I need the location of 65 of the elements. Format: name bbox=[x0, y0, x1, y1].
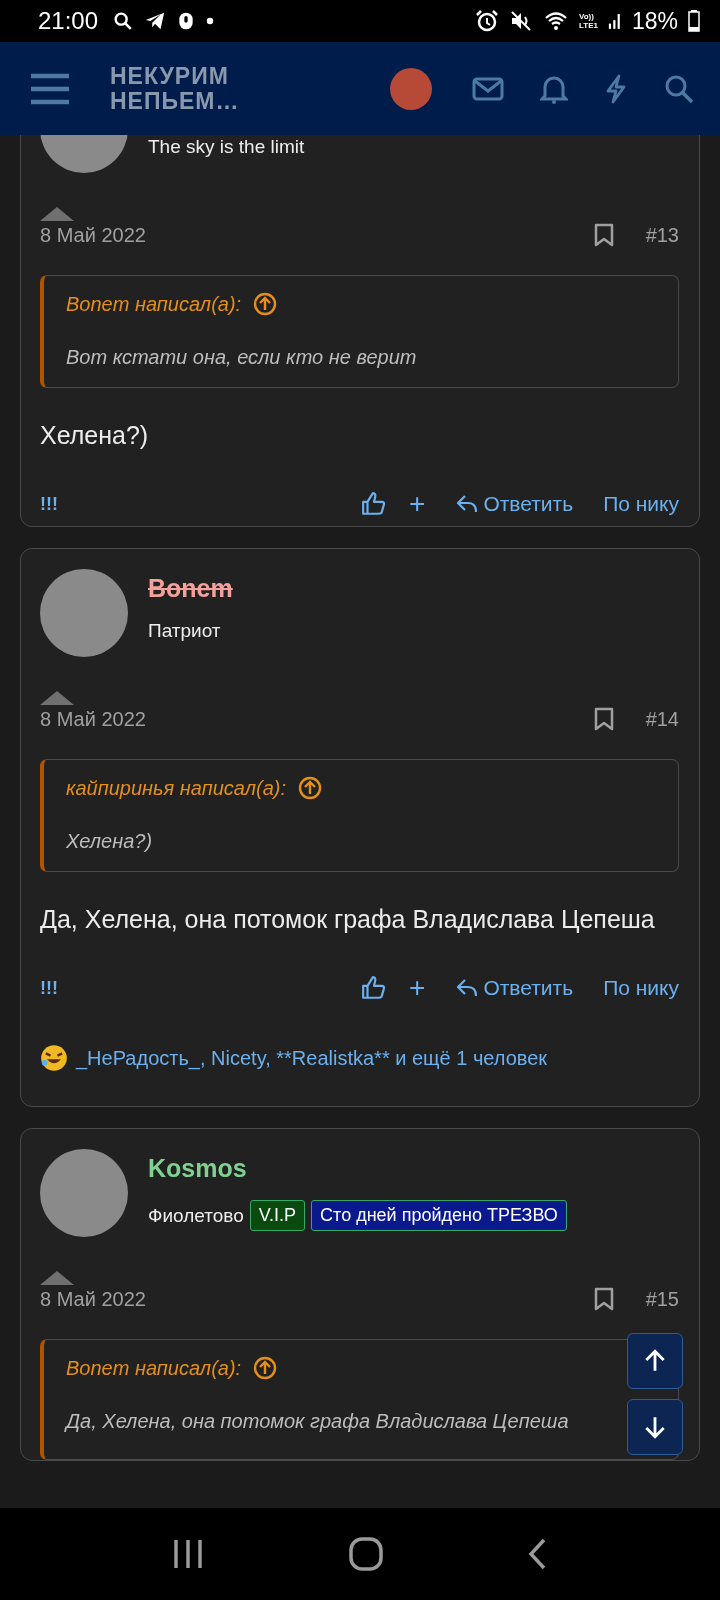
triangle-icon[interactable] bbox=[40, 207, 74, 221]
search-icon[interactable] bbox=[664, 73, 694, 104]
muted-speaker-icon bbox=[509, 9, 533, 33]
post-number[interactable]: #14 bbox=[645, 707, 679, 731]
network-label: Vo)) bbox=[579, 12, 595, 21]
avatar[interactable] bbox=[390, 67, 432, 110]
user-banner: V.I.P bbox=[249, 1200, 306, 1231]
network-label: LTE1 bbox=[579, 21, 598, 30]
scroll-down-button[interactable] bbox=[627, 1399, 683, 1455]
post-date[interactable]: 8 Май 2022 bbox=[40, 223, 594, 247]
back-icon[interactable] bbox=[527, 1538, 548, 1570]
recent-apps-icon[interactable] bbox=[172, 1538, 205, 1570]
triangle-icon[interactable] bbox=[40, 1271, 74, 1285]
post-text: Хелена?) bbox=[40, 420, 150, 451]
wifi-icon bbox=[543, 9, 569, 33]
logo-text: НЕПЬЕМ… bbox=[110, 88, 240, 114]
user-title: Патриот bbox=[148, 620, 221, 642]
username[interactable]: Kosmos bbox=[148, 1152, 567, 1184]
bookmark-icon[interactable] bbox=[593, 1287, 614, 1311]
report-link[interactable]: !!! bbox=[40, 977, 361, 999]
home-icon[interactable] bbox=[349, 1537, 383, 1571]
logo-text: НЕКУРИМ bbox=[110, 63, 230, 89]
clock: 21:00 bbox=[38, 7, 99, 35]
up-arrow-circle-icon[interactable] bbox=[298, 776, 323, 800]
dot-icon bbox=[206, 17, 215, 25]
post-number[interactable]: #15 bbox=[645, 1287, 679, 1311]
laughing-emoji-icon bbox=[40, 1044, 68, 1072]
menu-icon[interactable] bbox=[30, 71, 70, 106]
up-arrow-circle-icon[interactable] bbox=[253, 1356, 278, 1380]
alarm-icon bbox=[475, 9, 499, 33]
post-text: Да, Хелена, она потомок графа Владислава Цепеша bbox=[40, 904, 656, 935]
battery-percent: 18% bbox=[631, 7, 678, 35]
post-number[interactable]: #13 bbox=[645, 223, 679, 247]
post-date[interactable]: 8 Май 2022 bbox=[40, 707, 594, 731]
quote-author[interactable]: Bonem написал(а): bbox=[66, 292, 242, 316]
quote-author[interactable]: Bonem написал(а): bbox=[66, 1356, 242, 1380]
reactions-text[interactable]: _НеРадость_, Nicety, **Realistka** и ещё 1 человек bbox=[76, 1046, 548, 1070]
user-banner: Сто дней пройдено ТРЕЗВО bbox=[311, 1200, 567, 1231]
signal-icon bbox=[607, 11, 622, 31]
plus-link[interactable]: + bbox=[409, 972, 426, 1004]
scroll-up-button[interactable] bbox=[627, 1333, 683, 1389]
quote-author[interactable]: кайпиринья написал(а): bbox=[66, 776, 287, 800]
mention-link[interactable]: По нику bbox=[603, 492, 679, 516]
bookmark-icon[interactable] bbox=[593, 707, 614, 731]
username[interactable]: Bonem bbox=[148, 572, 233, 604]
reply-link[interactable]: Ответить bbox=[455, 492, 574, 516]
quote-text: Да, Хелена, она потомок графа Владислава Цепеша bbox=[66, 1410, 570, 1433]
paper-plane-icon bbox=[144, 10, 167, 32]
up-arrow-circle-icon[interactable] bbox=[253, 292, 278, 316]
plus-link[interactable]: + bbox=[409, 488, 426, 520]
reply-link[interactable]: Ответить bbox=[455, 976, 574, 1000]
thumbs-up-icon[interactable] bbox=[361, 491, 387, 517]
post-date[interactable]: 8 Май 2022 bbox=[40, 1287, 594, 1311]
lightning-icon[interactable] bbox=[604, 73, 628, 104]
bookmark-icon[interactable] bbox=[593, 223, 614, 247]
thumbs-up-icon[interactable] bbox=[361, 975, 387, 1001]
triangle-icon[interactable] bbox=[40, 691, 74, 705]
quote-text: Вот кстати она, если кто не верит bbox=[66, 346, 418, 369]
envelope-icon[interactable] bbox=[472, 76, 504, 101]
user-title: The sky is the limit bbox=[148, 136, 305, 158]
mention-link[interactable]: По нику bbox=[603, 976, 679, 1000]
user-title: Фиолетово bbox=[148, 1204, 244, 1227]
report-link[interactable]: !!! bbox=[40, 493, 361, 515]
battery-icon bbox=[688, 10, 700, 32]
quote-text: Хелена?) bbox=[66, 830, 154, 853]
